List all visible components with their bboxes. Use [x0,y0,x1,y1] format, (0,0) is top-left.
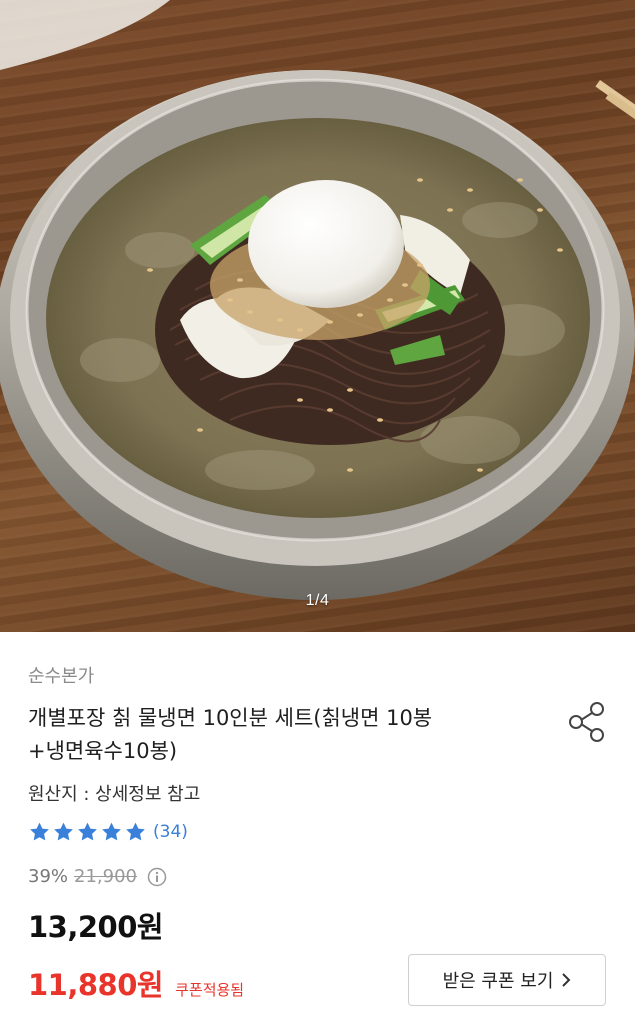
image-page-indicator: 1/4 [305,592,330,609]
chevron-right-icon [562,973,571,987]
star-icon [126,822,145,841]
share-button[interactable] [566,700,608,744]
discount-rate: 39% [28,866,69,887]
coupon-price-row: 11,880원 쿠폰적용됨 [28,962,244,1004]
product-title: 개별포장 칡 물냉면 10인분 세트(칡냉면 10봉 +냉면육수10봉) [28,702,528,768]
star-rating [28,821,147,843]
star-icon [78,822,97,841]
info-icon[interactable] [147,867,167,887]
review-count-link[interactable]: (34) [153,822,188,842]
product-title-line2: +냉면육수10봉) [28,739,178,763]
star-icon [102,822,121,841]
original-price: 21,900 [74,866,137,887]
product-image[interactable]: 1/4 [0,0,635,632]
brand-name[interactable]: 순수본가 [28,662,94,688]
star-icon [54,822,73,841]
view-coupons-button[interactable]: 받은 쿠폰 보기 [408,954,606,1006]
coupon-price: 11,880원 [28,968,164,1002]
sale-price: 13,200원 [28,910,164,944]
star-icon [30,822,49,841]
rating[interactable]: (34) [28,820,188,844]
coupon-applied-tag: 쿠폰적용됨 [175,981,245,999]
product-info: 순수본가 개별포장 칡 물냉면 10인분 세트(칡냉면 10봉 +냉면육수10봉… [0,632,635,1024]
origin-info: 원산지 : 상세정보 참고 [28,784,201,805]
share-icon [569,702,604,742]
discount-row: 39% 21,900 [28,866,167,887]
view-coupons-label: 받은 쿠폰 보기 [442,971,554,992]
naengmyeon-illustration [0,0,635,600]
product-title-line1: 개별포장 칡 물냉면 10인분 세트(칡냉면 10봉 [28,706,433,730]
